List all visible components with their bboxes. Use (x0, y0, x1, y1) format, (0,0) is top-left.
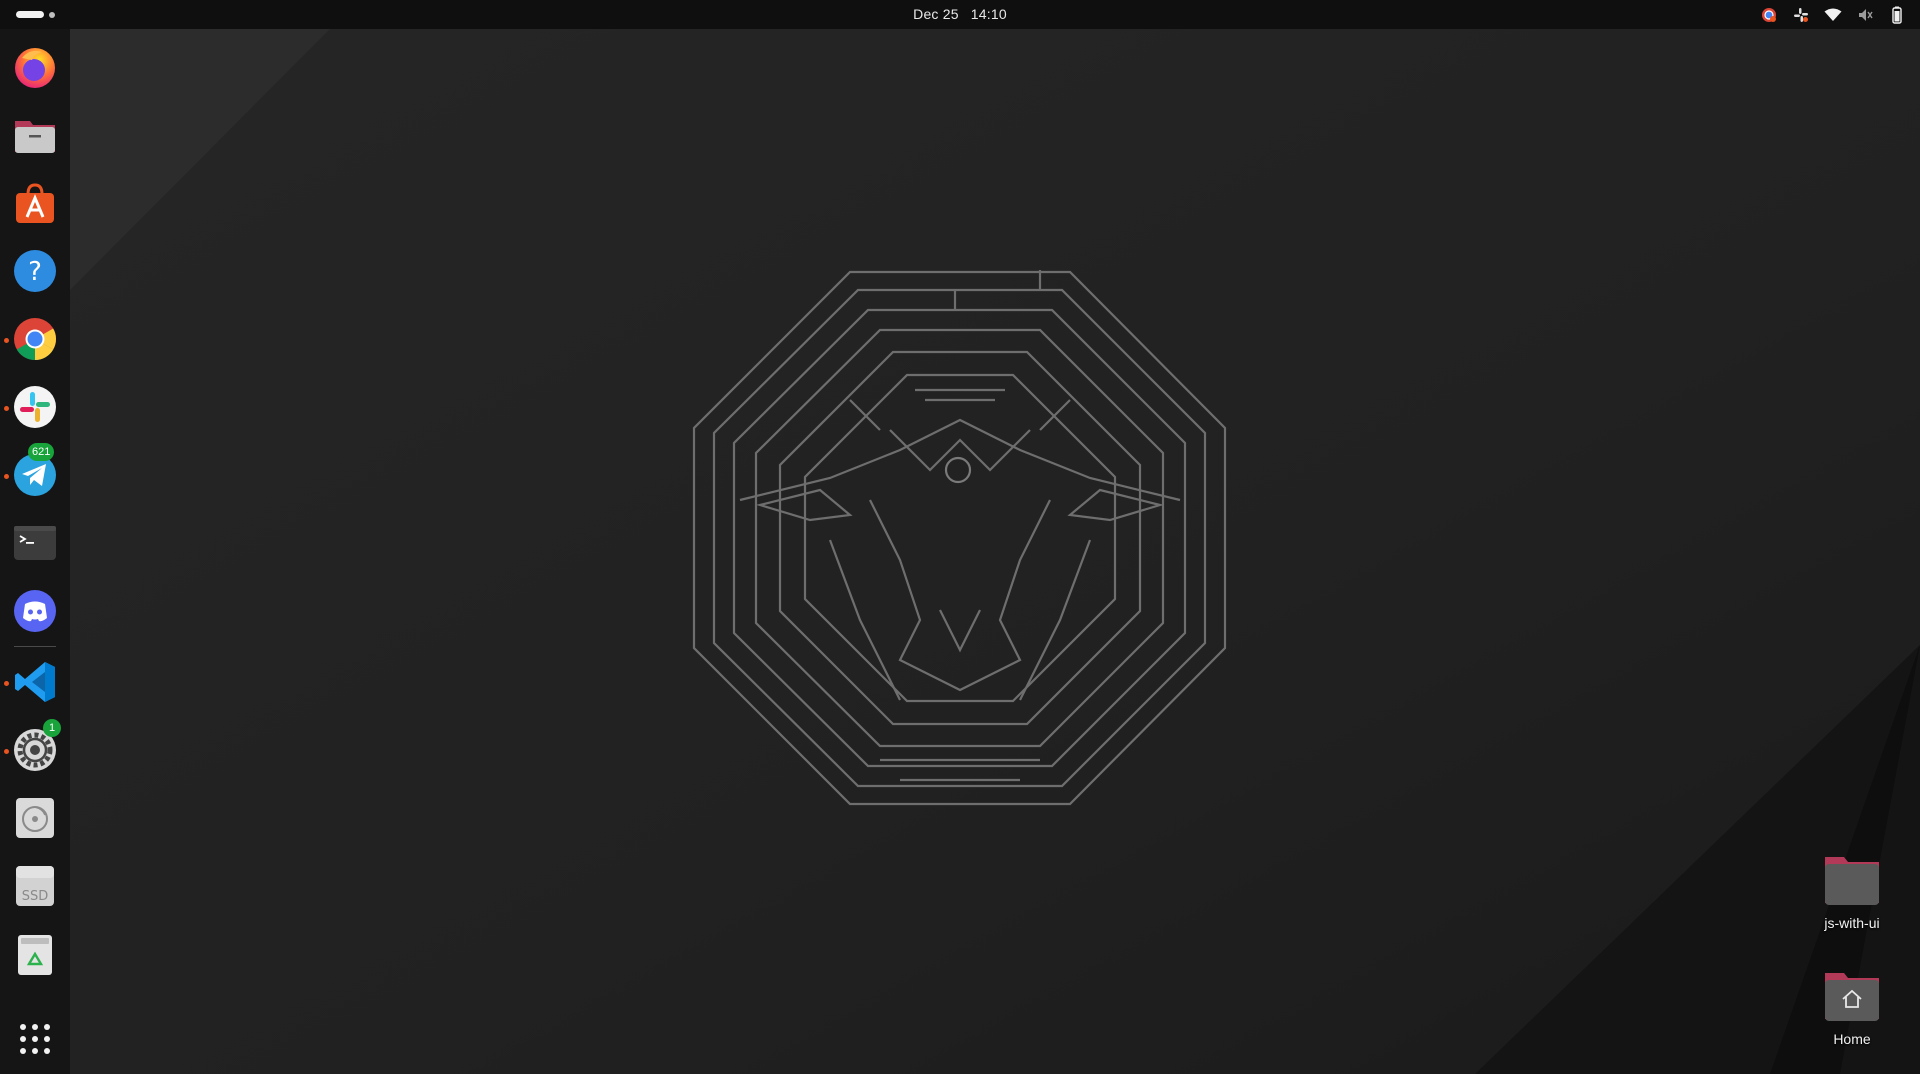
show-apps-button[interactable] (10, 1014, 60, 1064)
optical-disc-icon (16, 798, 54, 838)
notification-badge: 621 (28, 443, 55, 461)
dock-item-telegram[interactable]: 621 (10, 443, 60, 500)
discord-icon (14, 590, 56, 632)
terminal-icon (14, 526, 56, 560)
wifi-icon[interactable] (1824, 6, 1842, 24)
desktop-icon-label: Home (1833, 1031, 1871, 1047)
dock-item-discord[interactable] (10, 586, 60, 636)
dock: ? 621 1 SSD (0, 29, 70, 1074)
dock-item-disc-drive[interactable] (10, 793, 60, 843)
folder-icon (1825, 857, 1879, 905)
desktop-icon-label: js-with-ui (1824, 915, 1880, 931)
chrome-icon (14, 318, 57, 361)
dock-item-chrome[interactable] (10, 314, 60, 364)
ssd-label: SSD (22, 889, 49, 904)
running-indicator (4, 749, 9, 754)
dock-item-help[interactable]: ? (10, 246, 60, 296)
desktop-folder-js-with-ui[interactable]: js-with-ui (1804, 853, 1900, 931)
app-center-icon (16, 183, 54, 223)
clock[interactable]: Dec 25 14:10 (0, 6, 1920, 22)
dock-item-app-center[interactable] (10, 178, 60, 228)
dock-item-firefox[interactable] (10, 42, 60, 92)
app-grid-icon (20, 1024, 50, 1054)
dock-item-software-updater[interactable]: 1 (10, 719, 61, 775)
slack-icon (14, 386, 56, 428)
dock-separator (14, 646, 56, 647)
firefox-icon (15, 48, 55, 88)
clock-date: Dec 25 (913, 6, 959, 22)
dock-item-files[interactable] (10, 110, 60, 160)
notification-badge: 1 (43, 719, 61, 737)
desktop-folder-home[interactable]: Home (1804, 969, 1900, 1047)
top-bar: Dec 25 14:10 (0, 0, 1920, 29)
running-indicator (4, 474, 9, 479)
chrome-indicator-icon[interactable] (1760, 6, 1778, 24)
ssd-drive-icon: SSD (16, 866, 54, 906)
files-icon (15, 121, 55, 153)
running-indicator (4, 338, 9, 343)
dock-item-terminal[interactable] (10, 518, 60, 568)
clock-time: 14:10 (970, 6, 1007, 22)
volume-muted-icon[interactable] (1856, 6, 1874, 24)
running-indicator (4, 681, 9, 686)
slack-indicator-icon[interactable] (1792, 6, 1810, 24)
dock-item-vscode[interactable] (10, 657, 60, 707)
home-folder-icon (1825, 973, 1879, 1021)
dock-item-trash[interactable] (10, 929, 60, 979)
battery-icon[interactable] (1888, 6, 1906, 24)
running-indicator (4, 406, 9, 411)
system-tray[interactable] (1760, 5, 1906, 25)
dock-item-slack[interactable] (10, 382, 60, 432)
desktop[interactable]: Dec 25 14:10 ? 621 1 SSD js-with-ui Home (0, 0, 1920, 1074)
help-icon: ? (14, 250, 56, 292)
trash-icon (18, 935, 52, 975)
dock-item-ssd-drive[interactable]: SSD (10, 861, 60, 911)
wallpaper (0, 0, 1920, 1074)
vscode-icon (15, 662, 55, 702)
svg-text:?: ? (28, 257, 42, 287)
